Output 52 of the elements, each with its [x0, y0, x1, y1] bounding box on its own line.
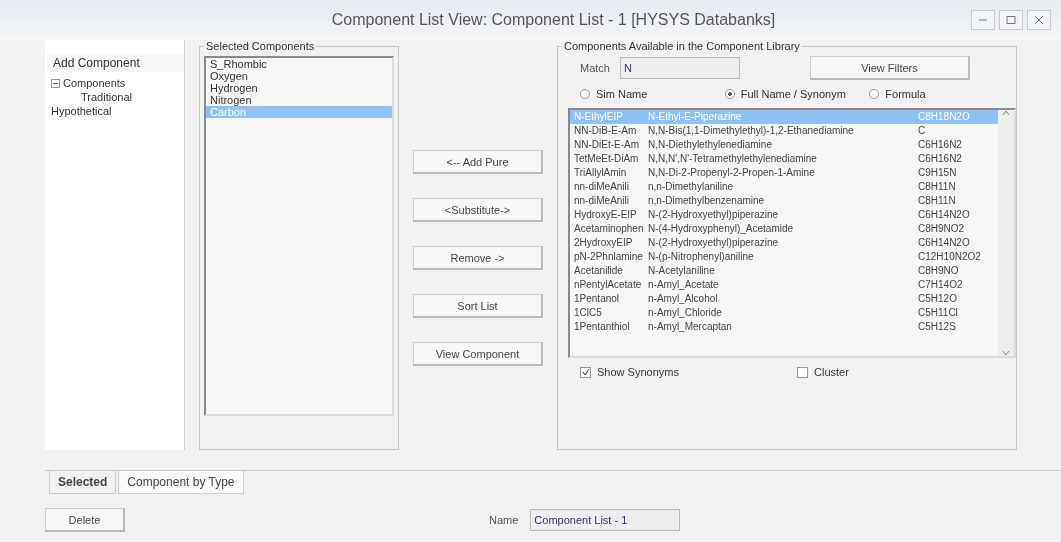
list-item[interactable]: Nitrogen — [206, 94, 392, 106]
view-filters-button[interactable]: View Filters — [809, 56, 970, 80]
table-row[interactable]: nn-diMeAnili n,n-Dimethylbenzenamine C8H11N — [570, 194, 998, 208]
action-button[interactable]: Sort List — [413, 294, 543, 318]
table-row[interactable]: NN-DiEt-E-Am N,N-Diethylethylenediamine C6H16N2 — [570, 138, 998, 152]
minimize-icon — [978, 16, 988, 24]
table-row[interactable]: 2HydroxyEIP N-(2-Hydroxyethyl)piperazine C6H14N2O — [570, 236, 998, 250]
mode-radio[interactable]: Sim Name — [580, 88, 715, 100]
mode-radio[interactable]: Formula — [869, 88, 1004, 100]
match-label: Match — [580, 62, 610, 74]
table-row[interactable]: NN-DiB-E-Am N,N-Bis(1,1-Dimethylethyl)-1,2-Ethanediamine C — [570, 124, 998, 138]
table-row[interactable]: TetMeEt-DiAm N,N,N',N'-Tetramethylethylenediamine C6H16N2 — [570, 152, 998, 166]
table-row[interactable]: HydroxyE-EIP N-(2-Hydroxyethyl)piperazine C6H14N2O — [570, 208, 998, 222]
name-field[interactable]: Component List - 1 — [530, 509, 681, 531]
match-field[interactable]: N — [619, 57, 740, 79]
close-button[interactable] — [1027, 10, 1051, 30]
minimize-button[interactable] — [971, 10, 995, 30]
tree-item[interactable]: Hypothetical — [47, 104, 184, 118]
tab[interactable]: Selected — [49, 471, 117, 494]
list-item[interactable]: Oxygen — [206, 70, 392, 82]
tree-item[interactable]: Components — [47, 76, 184, 90]
table-row[interactable]: Acetanilide N-Acetylaniline C8H9NO — [570, 264, 998, 278]
table-row[interactable]: TriAllylAmin N,N-Di-2-Propenyl-2-Propen-1-Amine C9H15N — [570, 166, 998, 180]
table-row[interactable]: nPentylAcetate n-Amyl_Acetate C7H14O2 — [570, 278, 998, 292]
group-title: Components Available in the Component Library — [563, 40, 801, 52]
tab[interactable]: Component by Type — [118, 471, 244, 494]
check-icon — [581, 368, 590, 376]
action-button[interactable]: <-- Add Pure — [413, 150, 543, 174]
table-row[interactable]: 1Pentanol n-Amyl_Alcohol C5H12O — [570, 292, 998, 306]
option-checkbox[interactable]: Show Synonyms — [580, 366, 787, 378]
action-button[interactable]: View Component — [413, 342, 543, 366]
close-icon — [1034, 16, 1044, 24]
name-label: Name — [489, 514, 519, 526]
list-item[interactable]: Hydrogen — [206, 82, 392, 94]
tree-heading[interactable]: Add Component — [47, 54, 184, 72]
delete-button[interactable]: Delete — [45, 508, 125, 532]
table-row[interactable]: 1Pentanthiol n-Amyl_Mercaptan C5H12S — [570, 320, 998, 334]
mode-radio[interactable]: Full Name / Synonym — [724, 88, 860, 100]
group-title: Selected Components — [205, 40, 316, 52]
maximize-icon — [1006, 16, 1016, 24]
tree-item[interactable]: Traditional — [47, 90, 184, 104]
window-title: Component List View: Component List - 1 [HYSYS Databanks] — [330, 11, 777, 29]
action-button[interactable]: <Substitute-> — [413, 198, 543, 222]
action-button[interactable]: Remove -> — [413, 246, 543, 270]
option-checkbox[interactable]: Cluster — [797, 366, 1004, 378]
list-item[interactable]: S_Rhombic — [206, 58, 392, 70]
table-row[interactable]: pN-2Phnlamine N-(p-Nitrophenyl)aniline C12H10N2O2 — [570, 250, 998, 264]
table-row[interactable]: 1ClC5 n-Amyl_Chloride C5H11Cl — [570, 306, 998, 320]
maximize-button[interactable] — [999, 10, 1023, 30]
table-row[interactable]: Acetaminophen N-(4-Hydroxyphenyl)_Acetamide C8H9NO2 — [570, 222, 998, 236]
table-row[interactable]: nn-diMeAnili n,n-Dimethylaniline C8H11N — [570, 180, 998, 194]
collapse-icon[interactable] — [51, 78, 60, 88]
